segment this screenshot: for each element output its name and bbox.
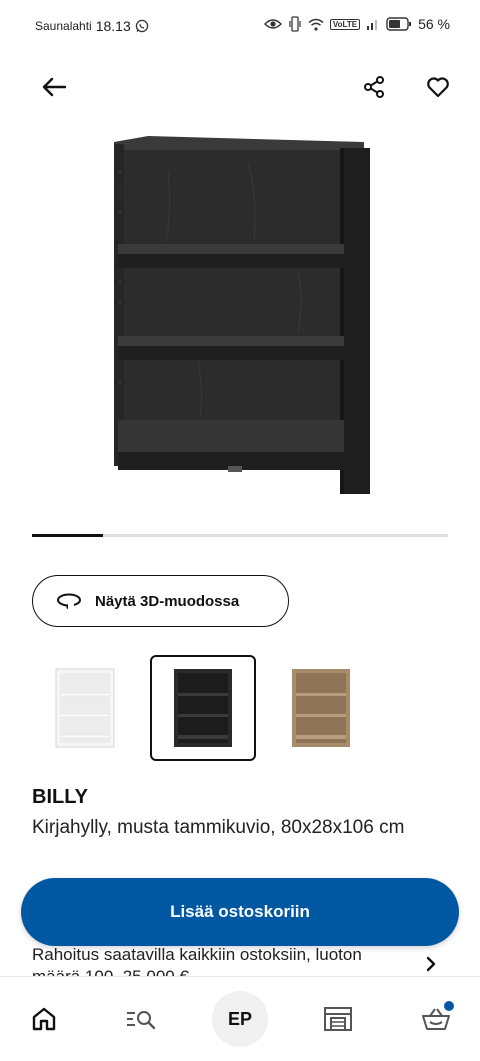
heart-icon: [427, 77, 449, 98]
status-left: Saunalahti 18.13: [35, 18, 149, 34]
favorite-button[interactable]: [418, 70, 458, 104]
status-right: VoLTE 56 %: [263, 16, 450, 32]
nav-home[interactable]: [20, 995, 68, 1043]
view-3d-button[interactable]: Näytä 3D-muodossa: [32, 575, 289, 627]
wifi-icon: [308, 18, 324, 31]
back-button[interactable]: [34, 70, 74, 104]
black-bookcase-thumbnail: [174, 669, 232, 747]
volte-badge: VoLTE: [329, 18, 361, 30]
product-image[interactable]: [108, 132, 372, 500]
white-bookcase-thumbnail: [55, 668, 115, 748]
carousel-indicator: [32, 534, 103, 537]
product-name: BILLY: [32, 786, 88, 808]
rotate-3d-icon: [57, 593, 81, 610]
arrow-left-icon: [42, 77, 66, 97]
variant-black-brown-selected[interactable]: [150, 655, 256, 761]
chevron-right-icon: [426, 956, 436, 972]
view-3d-label: Näytä 3D-muodossa: [95, 592, 240, 610]
cart-notification-dot: [444, 1001, 454, 1011]
vibrate-icon: [289, 16, 301, 32]
battery-percent: 56 %: [418, 16, 450, 32]
image-carousel-progress: [32, 534, 448, 537]
home-icon: [32, 1007, 56, 1031]
nav-search[interactable]: [117, 995, 165, 1043]
search-icon: [127, 1011, 156, 1030]
status-bar: Saunalahti 18.13 VoLTE 56 %: [0, 0, 480, 54]
variant-oak[interactable]: [268, 655, 374, 761]
store-icon: [324, 1007, 352, 1031]
carrier-name: Saunalahti: [35, 19, 92, 33]
nav-profile-avatar[interactable]: EP: [212, 991, 268, 1047]
whatsapp-icon: [135, 19, 149, 33]
variant-white[interactable]: [32, 655, 138, 761]
clock: 18.13: [95, 18, 131, 34]
nav-stores[interactable]: [314, 995, 362, 1043]
financing-row[interactable]: Rahoitus saatavilla kaikkiin ostoksiin, …: [0, 944, 480, 976]
add-to-cart-button[interactable]: Lisää ostoskoriin: [21, 878, 459, 946]
nav-cart[interactable]: [412, 995, 460, 1043]
app-bar: [0, 60, 480, 114]
share-button[interactable]: [354, 70, 394, 104]
oak-bookcase-thumbnail: [292, 669, 350, 747]
product-description: Kirjahylly, musta tammikuvio, 80x28x106 …: [32, 817, 405, 838]
financing-text: Rahoitus saatavilla kaikkiin ostoksiin, …: [32, 945, 362, 976]
battery-icon: [386, 17, 412, 31]
bottom-navigation: EP: [0, 976, 480, 1061]
signal-icon: [367, 20, 378, 30]
eye-icon: [263, 19, 282, 29]
share-icon: [364, 76, 384, 98]
